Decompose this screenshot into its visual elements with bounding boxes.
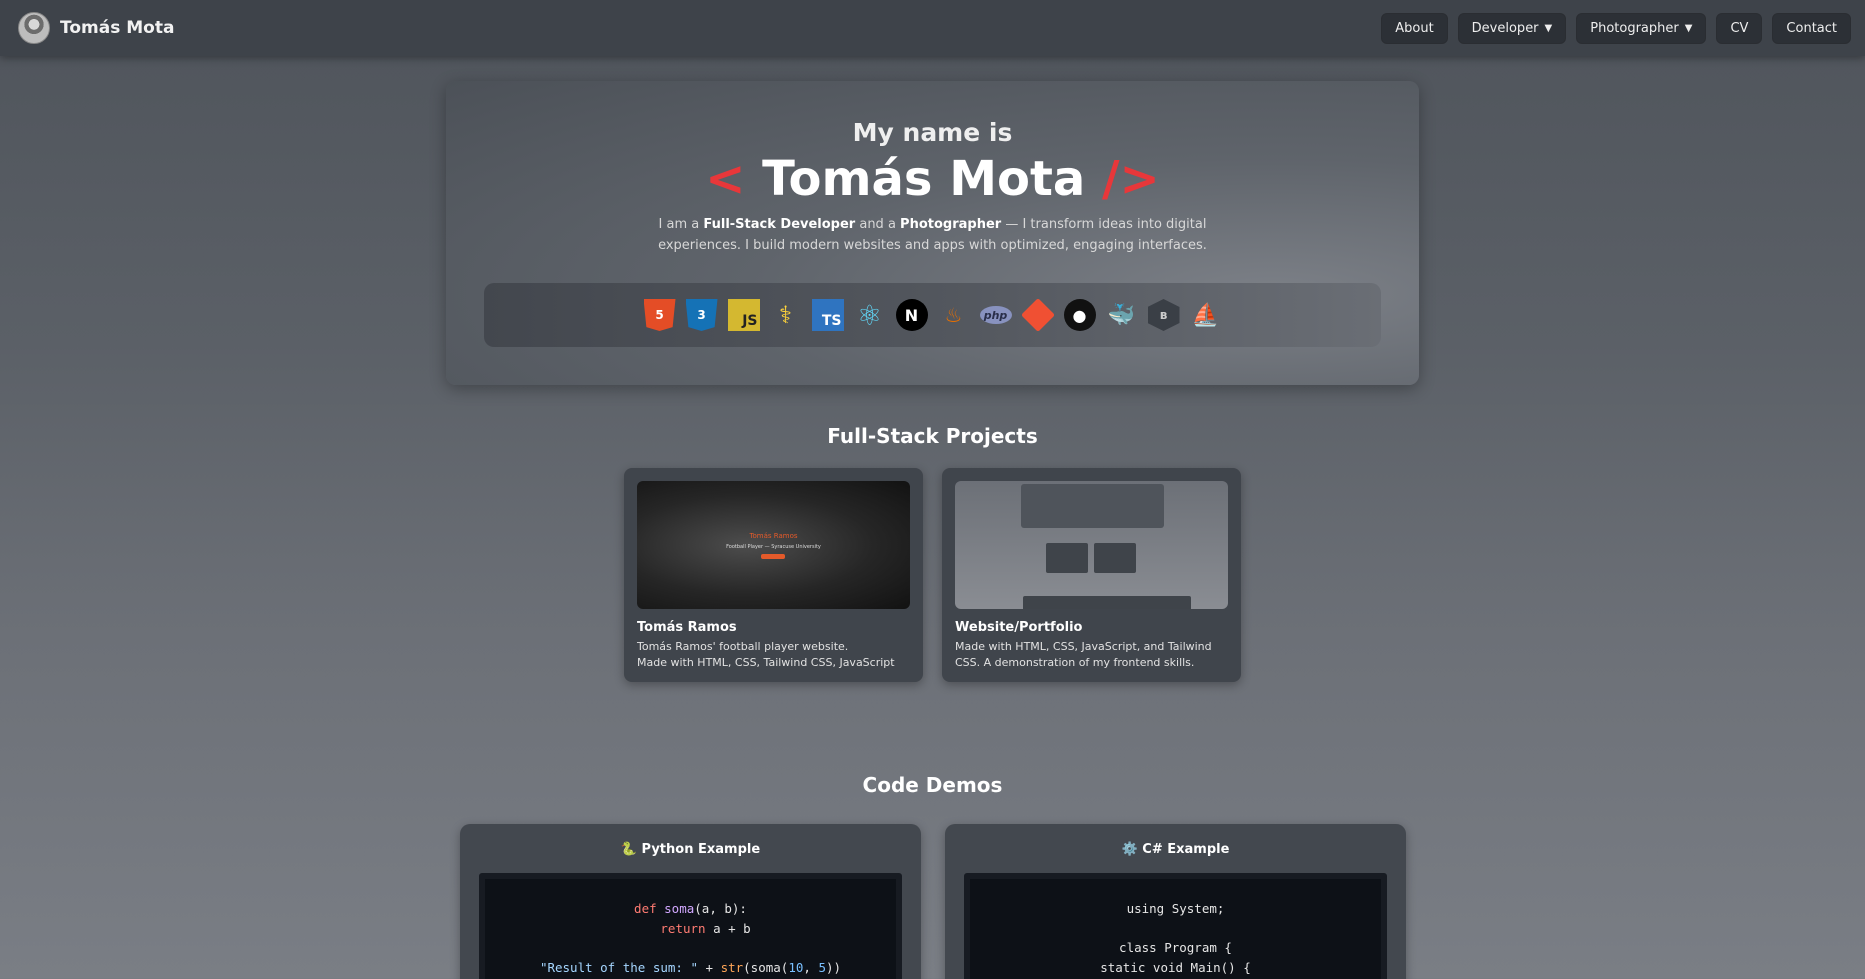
thumb-subtitle: Football Player — Syracuse University bbox=[726, 544, 821, 550]
csharp-demo-card: ⚙️ C# Example using System; class Progra… bbox=[945, 824, 1406, 979]
csharp-code-block: using System; class Program { static voi… bbox=[964, 873, 1387, 979]
python-demo-title: 🐍 Python Example bbox=[620, 842, 761, 857]
thumb-title: Tomás Ramos bbox=[749, 532, 798, 540]
tech-stack-bar: 5 3 JS ⚕ TS ⚛ N ♨ php ● 🐳 ʙ ⛵ bbox=[484, 283, 1381, 347]
nav-photographer-dropdown[interactable]: Photographer ▼ bbox=[1576, 12, 1707, 44]
git-icon bbox=[1020, 298, 1055, 332]
project-description: Tomás Ramos' football player website. Ma… bbox=[637, 640, 895, 669]
hero-card: My name is < Tomás Mota /> I am a Full-S… bbox=[446, 81, 1419, 385]
bracket-open: < bbox=[705, 151, 746, 207]
code-line: def soma(a, b): bbox=[634, 901, 747, 916]
brand-name: Tomás Mota bbox=[60, 18, 175, 38]
typescript-icon: TS bbox=[811, 299, 844, 331]
css3-icon: 3 bbox=[685, 299, 718, 331]
html5-icon: 5 bbox=[643, 299, 676, 331]
navbar: Tomás Mota About Developer ▼ Photographe… bbox=[0, 0, 1865, 56]
python-demo-card: 🐍 Python Example def soma(a, b): return … bbox=[460, 824, 921, 979]
project-thumbnail bbox=[955, 481, 1228, 609]
project-description: Made with HTML, CSS, JavaScript, and Tai… bbox=[955, 640, 1212, 669]
sailboat-icon: ⛵ bbox=[1191, 302, 1220, 328]
hero-name-text: Tomás Mota bbox=[762, 151, 1086, 207]
python-code-block: def soma(a, b): return a + b "Result of … bbox=[479, 873, 902, 979]
code-line: using System; bbox=[1126, 901, 1225, 916]
code-line: static void Main() { bbox=[1100, 959, 1251, 975]
demos-title: Code Demos bbox=[862, 773, 1003, 797]
nav-cv-button[interactable]: CV bbox=[1716, 12, 1763, 44]
project-name: Website/Portfolio bbox=[955, 620, 1083, 635]
code-line: "Result of the sum: " + str(soma(10, 5)) bbox=[539, 959, 842, 975]
code-line: return a + b bbox=[660, 920, 751, 936]
project-thumbnail: Tomás Ramos Football Player — Syracuse U… bbox=[637, 481, 910, 609]
docker-icon: 🐳 bbox=[1107, 302, 1136, 328]
chevron-down-icon: ▼ bbox=[1684, 22, 1693, 34]
brand[interactable]: Tomás Mota bbox=[18, 12, 174, 44]
thumb-demo bbox=[1094, 596, 1191, 609]
nav-links: About Developer ▼ Photographer ▼ CV Cont… bbox=[1381, 12, 1851, 44]
java-icon: ♨ bbox=[944, 303, 963, 327]
code-line: class Program { bbox=[1119, 940, 1232, 955]
bracket-close: /> bbox=[1102, 151, 1160, 207]
hero-intro: My name is bbox=[852, 118, 1013, 147]
javascript-icon: JS bbox=[727, 299, 760, 331]
thumb-hero bbox=[1021, 484, 1164, 528]
hero-description: I am a Full-Stack Developer and a Photog… bbox=[658, 217, 1207, 253]
projects-title: Full-Stack Projects bbox=[827, 424, 1038, 448]
thumb-card bbox=[1094, 543, 1136, 573]
nav-contact-button[interactable]: Contact bbox=[1772, 12, 1851, 44]
php-icon: php bbox=[979, 306, 1012, 324]
chevron-down-icon: ▼ bbox=[1544, 22, 1553, 34]
avatar bbox=[18, 12, 50, 44]
nextjs-icon: N bbox=[895, 299, 928, 331]
github-icon: ● bbox=[1063, 299, 1096, 331]
project-card-portfolio[interactable]: Website/Portfolio Made with HTML, CSS, J… bbox=[942, 468, 1241, 682]
nav-developer-dropdown[interactable]: Developer ▼ bbox=[1457, 12, 1567, 44]
thumb-card bbox=[1046, 543, 1088, 573]
bootstrap-icon: ʙ bbox=[1147, 299, 1180, 331]
python-icon: ⚕ bbox=[779, 301, 792, 329]
react-icon: ⚛ bbox=[856, 298, 883, 332]
project-name: Tomás Ramos bbox=[637, 620, 737, 635]
nav-about-button[interactable]: About bbox=[1381, 12, 1448, 44]
csharp-demo-title: ⚙️ C# Example bbox=[1121, 842, 1230, 857]
hero-name: < Tomás Mota /> bbox=[446, 151, 1419, 207]
project-card-tomas-ramos[interactable]: Tomás Ramos Football Player — Syracuse U… bbox=[624, 468, 923, 682]
thumb-button bbox=[761, 554, 785, 559]
